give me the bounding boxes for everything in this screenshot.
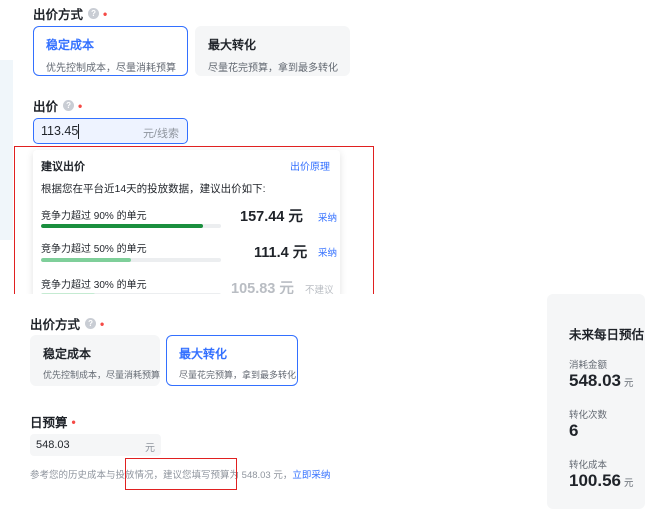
forecast-title: 未来每日预估 (569, 328, 645, 342)
forecast-label: 消耗金额 (569, 360, 608, 371)
bid-label: 出价 (33, 100, 59, 114)
bid-method-title-2: 出价方式 ? • (30, 314, 104, 333)
forecast-number: 6 (569, 421, 579, 440)
bid-title: 出价 ? • (33, 96, 82, 115)
required-mark: • (71, 414, 76, 429)
required-mark: • (103, 6, 108, 21)
question-circle-icon[interactable]: ? (63, 100, 75, 111)
bid-method-title: 出价方式 ? • (33, 4, 107, 23)
option-max-conversion[interactable]: 最大转化 尽量花完预算，拿到最多转化 (166, 335, 298, 386)
option-max-conversion[interactable]: 最大转化 尽量花完预算，拿到最多转化 (195, 26, 350, 76)
forecast-number: 100.56 (569, 471, 621, 490)
option-desc: 优先控制成本，尽量消耗预算 (43, 370, 161, 380)
forecast-label: 转化成本 (569, 460, 608, 471)
text-cursor (78, 124, 79, 139)
forecast-unit: 元 (624, 378, 634, 389)
option-desc: 尽量花完预算，拿到最多转化 (179, 370, 297, 380)
option-title: 最大转化 (208, 38, 257, 52)
required-mark: • (78, 98, 83, 113)
daily-forecast-panel: 未来每日预估 消耗金额 548.03 元 转化次数 6 转化成本 100.56 元 (547, 294, 645, 509)
option-title: 稳定成本 (46, 38, 95, 52)
daily-budget-label: 日预算 (30, 416, 68, 430)
required-mark: • (100, 316, 105, 331)
bid-input[interactable]: 113.45 元/线索 (33, 118, 188, 144)
daily-budget-input[interactable]: 548.03 元 (30, 434, 161, 456)
forecast-value: 548.03 元 (569, 371, 634, 391)
highlight-box (14, 146, 374, 314)
side-strip (0, 60, 13, 240)
question-circle-icon[interactable]: ? (88, 8, 100, 19)
highlight-box (125, 458, 237, 490)
daily-budget-unit: 元 (145, 443, 155, 454)
daily-budget-value: 548.03 (36, 439, 70, 451)
daily-budget-title: 日预算 • (30, 412, 76, 431)
option-title: 稳定成本 (43, 347, 92, 361)
bid-method-label: 出价方式 (30, 318, 81, 332)
option-desc: 尽量花完预算，拿到最多转化 (208, 63, 338, 74)
forecast-unit: 元 (624, 478, 634, 489)
bid-input-value: 113.45 (41, 124, 79, 138)
option-stable-cost[interactable]: 稳定成本 优先控制成本，尽量消耗预算 (33, 26, 188, 76)
forecast-label: 转化次数 (569, 410, 608, 421)
bid-unit: 元/线索 (142, 128, 179, 140)
question-circle-icon[interactable]: ? (85, 318, 97, 329)
option-stable-cost[interactable]: 稳定成本 优先控制成本，尽量消耗预算 (30, 335, 160, 386)
forecast-value: 100.56 元 (569, 471, 634, 491)
adopt-now-link[interactable]: 立即采纳 (292, 470, 330, 481)
bid-method-label: 出价方式 (33, 8, 84, 22)
option-desc: 优先控制成本，尽量消耗预算 (46, 63, 176, 74)
option-title: 最大转化 (179, 347, 228, 361)
forecast-value: 6 (569, 421, 578, 441)
forecast-number: 548.03 (569, 371, 621, 390)
